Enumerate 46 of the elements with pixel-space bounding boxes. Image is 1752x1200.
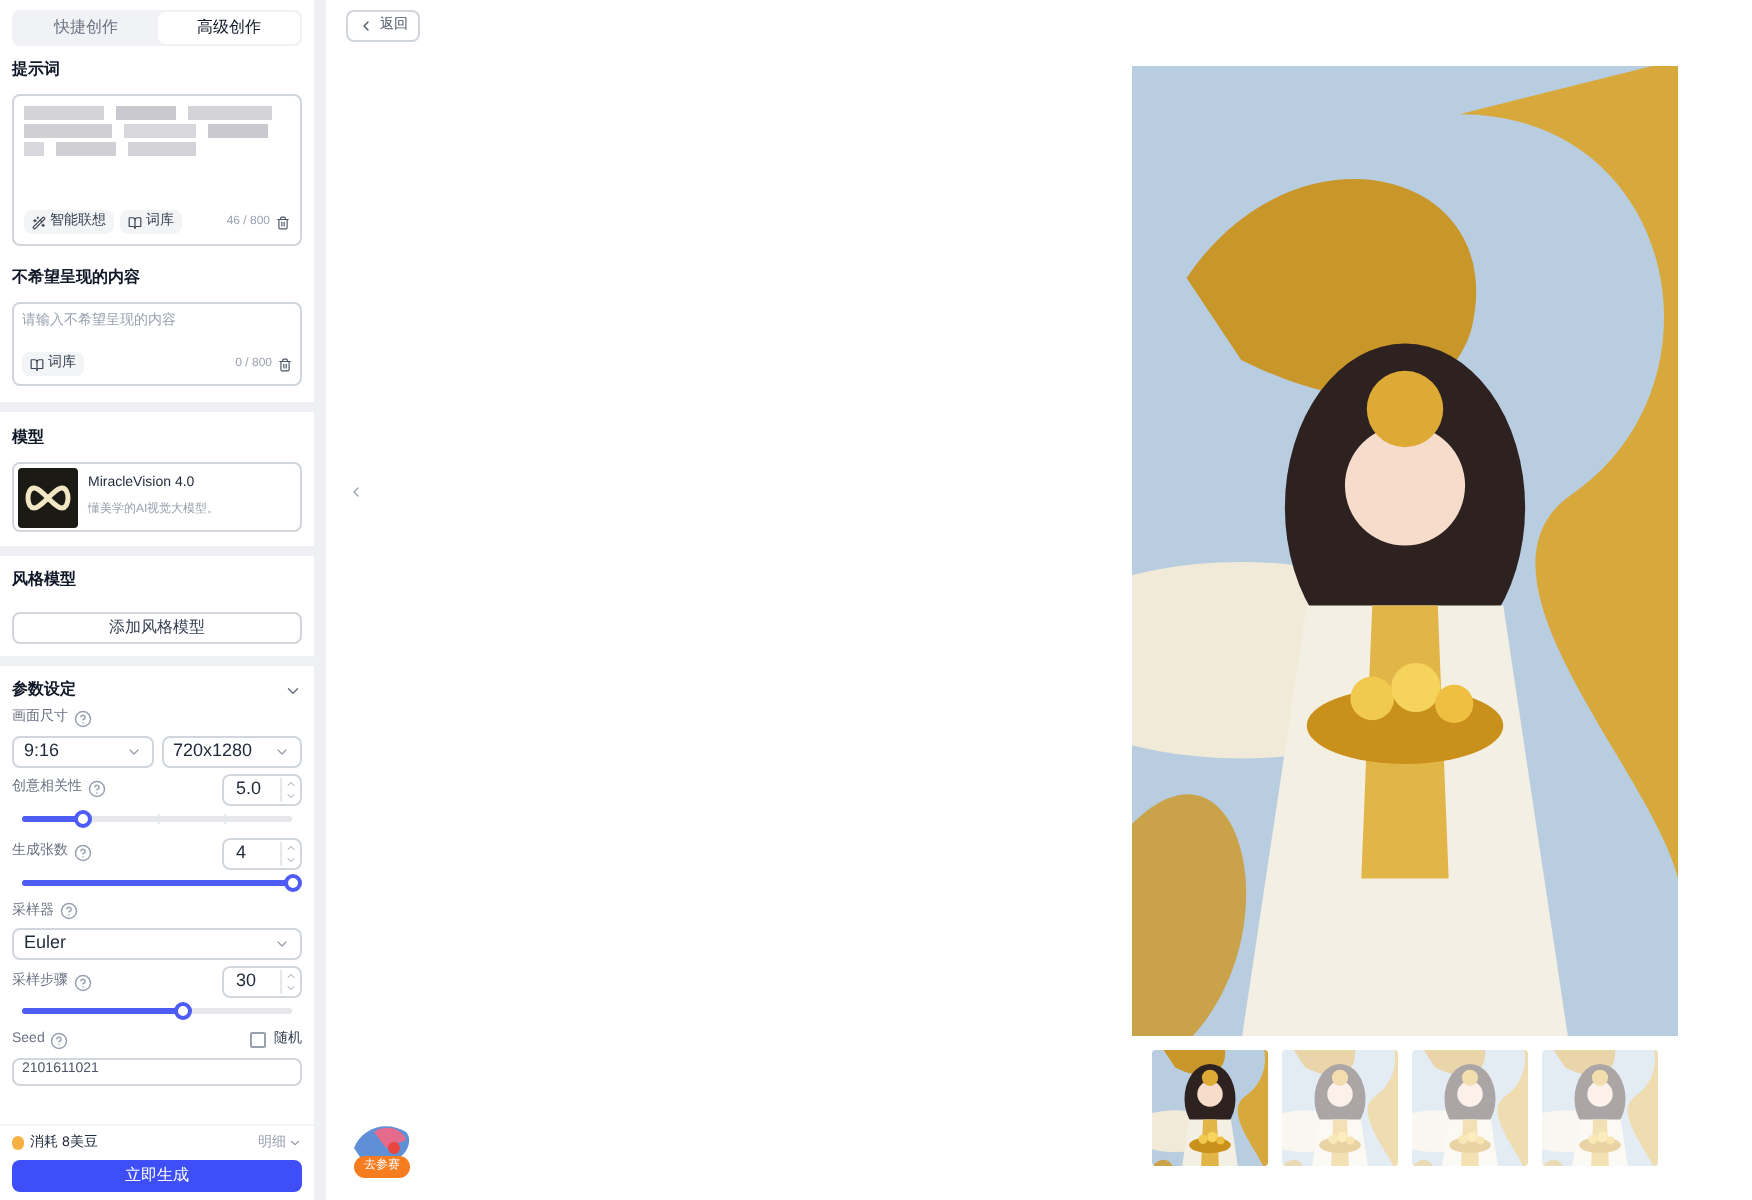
book-icon	[128, 215, 142, 229]
trash-icon[interactable]	[276, 215, 290, 229]
number-input[interactable]: 30	[222, 966, 302, 998]
book-icon	[30, 357, 44, 371]
wand-icon	[32, 215, 46, 229]
mode-tab[interactable]: 快捷创作	[14, 12, 157, 44]
help-icon	[50, 1031, 69, 1050]
back-icon	[358, 18, 374, 34]
help-icon	[74, 973, 92, 991]
caret-icon	[288, 1136, 302, 1151]
previous-icon[interactable]	[348, 483, 364, 499]
up-icon[interactable]	[284, 841, 298, 853]
down-icon[interactable]	[284, 789, 298, 801]
up-icon[interactable]	[284, 777, 298, 789]
thumbnail[interactable]	[1412, 1050, 1528, 1166]
dropdown[interactable]: 720x1280	[161, 735, 302, 767]
help-icon	[60, 902, 78, 921]
section-title: 模型	[12, 426, 46, 450]
thumbnail[interactable]	[1542, 1050, 1658, 1166]
thumbnail[interactable]	[1152, 1050, 1268, 1166]
generate-button[interactable]: 立即生成	[12, 1160, 302, 1192]
mode-tab[interactable]: 高级创作	[157, 12, 300, 44]
section-title: 提示词	[12, 58, 62, 82]
trash-icon[interactable]	[278, 357, 292, 371]
bean-icon	[12, 1136, 24, 1151]
slider-thumb[interactable]	[173, 1002, 192, 1020]
section-title: 风格模型	[12, 568, 78, 592]
number-input[interactable]: 5.0	[222, 773, 302, 805]
dropdown[interactable]: Euler	[12, 928, 302, 960]
slider-thumb[interactable]	[284, 873, 302, 891]
random-checkbox[interactable]	[250, 1032, 266, 1049]
number-input[interactable]: 4	[222, 837, 302, 869]
help-icon	[74, 844, 92, 862]
add-style-button[interactable]: 添加风格模型	[12, 612, 302, 644]
thumbnail[interactable]	[1282, 1050, 1398, 1166]
help-icon	[88, 780, 106, 798]
up-icon[interactable]	[284, 970, 298, 982]
slider-thumb[interactable]	[73, 809, 92, 827]
caret-icon	[274, 936, 290, 952]
help-icon	[74, 709, 92, 728]
down-icon[interactable]	[284, 982, 298, 994]
model-logo-icon	[18, 467, 78, 527]
down-icon[interactable]	[284, 853, 298, 865]
dropdown[interactable]: 9:16	[12, 735, 153, 767]
section-title: 参数设定	[12, 678, 76, 702]
section-title: 不希望呈现的内容	[12, 266, 142, 290]
